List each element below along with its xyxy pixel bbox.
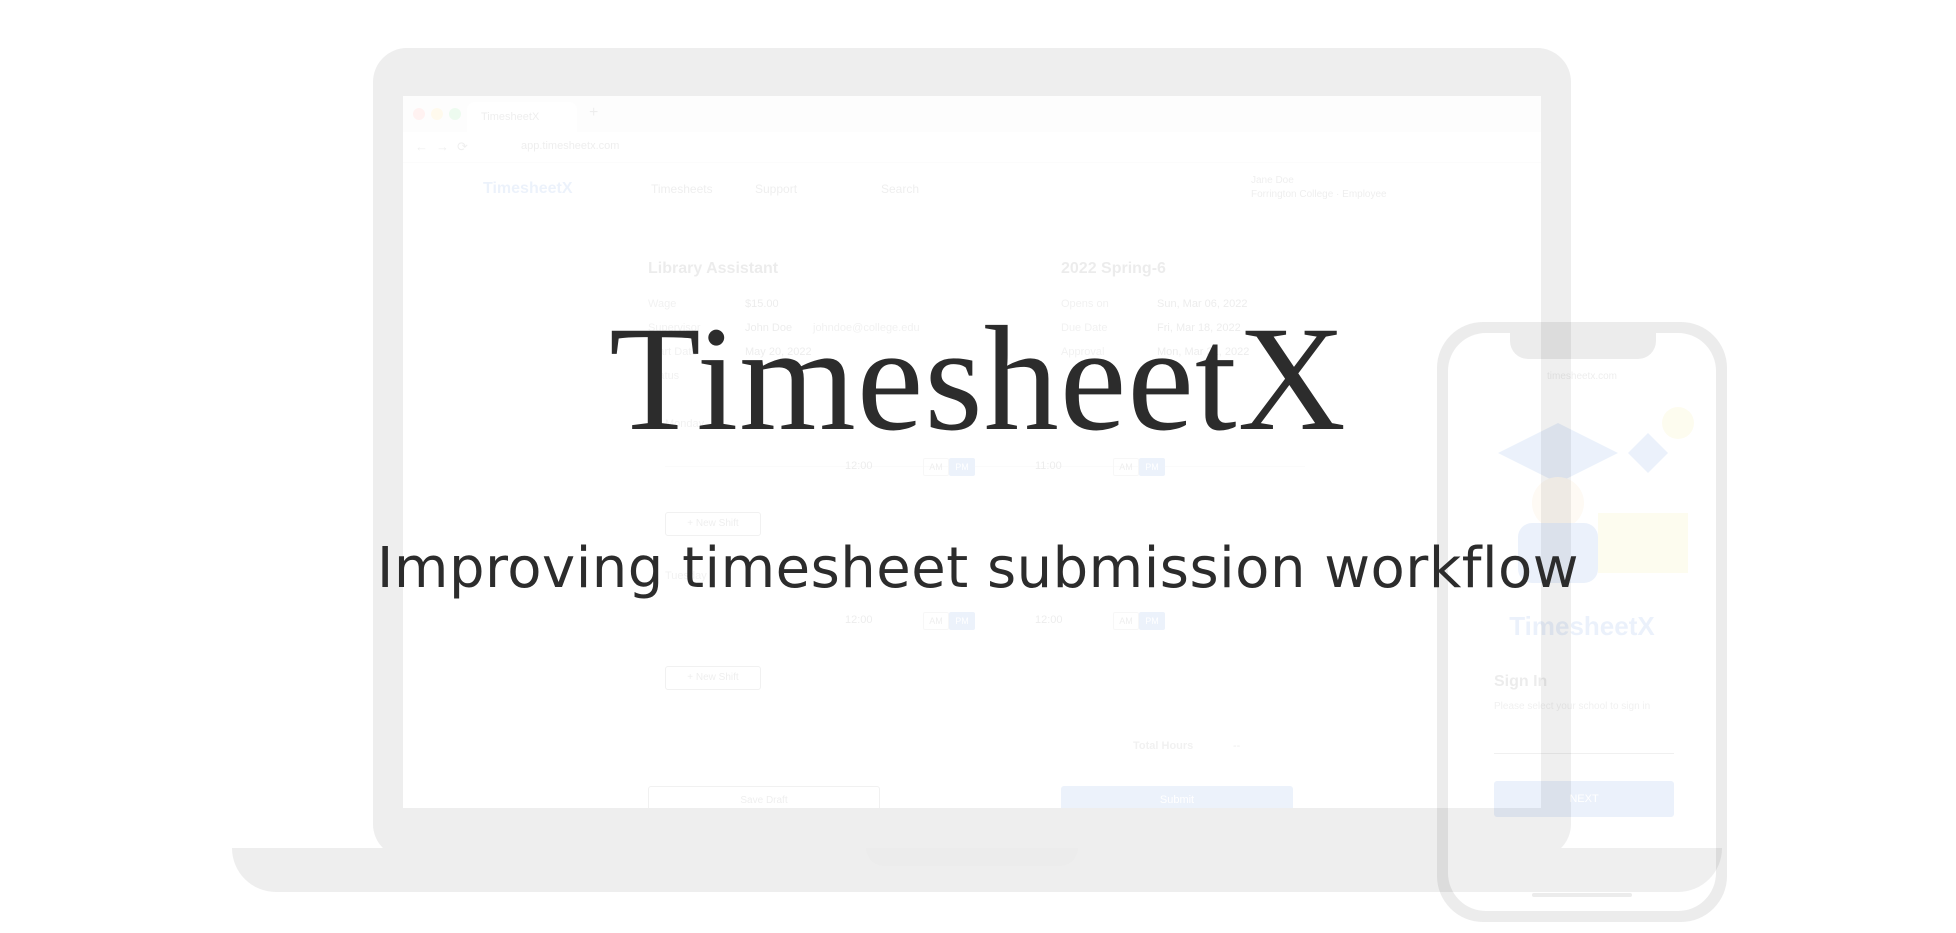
signin-title: Sign In — [1494, 673, 1548, 690]
laptop-notch — [866, 848, 1078, 866]
nav-support[interactable]: Support — [755, 182, 797, 196]
phone-brand: TimesheetX — [1509, 611, 1655, 641]
nav-timesheets[interactable]: Timesheets — [651, 182, 713, 196]
new-shift-button-2[interactable]: + New Shift — [665, 666, 761, 690]
period-title: 2022 Spring-6 — [1061, 260, 1166, 277]
shift2-end-am[interactable]: AM — [1113, 612, 1139, 630]
url-text: app.timesheetx.com — [521, 140, 620, 152]
minimize-window-icon[interactable] — [431, 108, 443, 120]
app-logo[interactable]: TimesheetX — [483, 180, 573, 198]
home-indicator — [1532, 893, 1632, 897]
maximize-window-icon[interactable] — [449, 108, 461, 120]
user-org: Forrington College · Employee — [1251, 189, 1387, 200]
job-title: Library Assistant — [648, 260, 779, 277]
shift2-end-input[interactable]: 12:00 — [1035, 614, 1063, 626]
hero-title: TimesheetX — [609, 296, 1347, 462]
browser-nav-icons[interactable]: ←→⟳ — [415, 139, 476, 155]
total-hours-value: -- — [1233, 740, 1241, 752]
app-navbar: TimesheetX Timesheets Support Search Jan… — [403, 162, 1541, 218]
shift2-start-input[interactable]: 12:00 — [845, 614, 873, 626]
submit-button[interactable]: Submit — [1061, 786, 1293, 808]
signin-hint: Please select your school to sign in — [1494, 701, 1651, 712]
school-select[interactable] — [1494, 727, 1674, 754]
shift2-end-pm[interactable]: PM — [1139, 612, 1165, 630]
save-draft-button[interactable]: Save Draft — [648, 786, 880, 808]
shift-row-divider — [665, 466, 1305, 467]
nav-search[interactable]: Search — [881, 182, 919, 196]
hero-subtitle: Improving timesheet submission workflow — [376, 536, 1580, 601]
address-bar[interactable]: ←→⟳ app.timesheetx.com — [403, 132, 1541, 163]
new-tab-icon[interactable]: + — [589, 104, 598, 122]
shift2-start-pm[interactable]: PM — [949, 612, 975, 630]
browser-tab-bar: TimesheetX + — [403, 96, 1541, 132]
next-button[interactable]: NEXT — [1494, 781, 1674, 817]
user-name: Jane Doe — [1251, 175, 1294, 186]
user-menu[interactable]: Jane Doe Forrington College · Employee — [1251, 174, 1387, 202]
close-window-icon[interactable] — [413, 108, 425, 120]
total-hours-label: Total Hours — [1133, 740, 1194, 752]
browser-tab[interactable]: TimesheetX — [467, 102, 577, 132]
shift2-start-am[interactable]: AM — [923, 612, 949, 630]
new-shift-button-1[interactable]: + New Shift — [665, 512, 761, 536]
